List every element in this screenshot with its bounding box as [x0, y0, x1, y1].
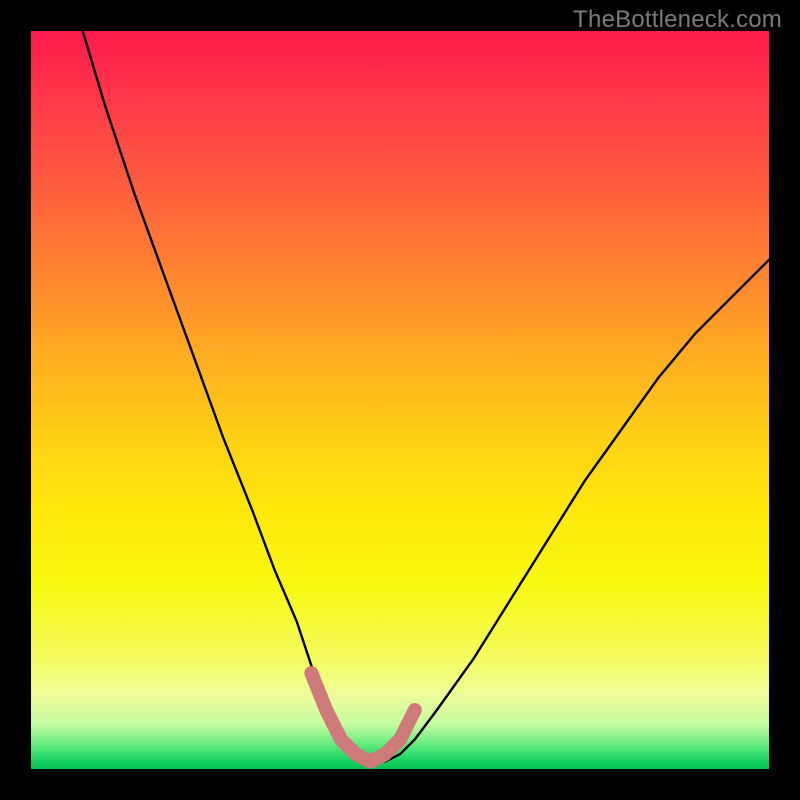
plot-area — [31, 31, 769, 769]
fit-highlight-curve — [311, 673, 414, 762]
chart-svg — [31, 31, 769, 769]
bottleneck-curve — [83, 31, 769, 762]
watermark-text: TheBottleneck.com — [573, 6, 782, 34]
chart-frame: TheBottleneck.com — [0, 0, 800, 800]
